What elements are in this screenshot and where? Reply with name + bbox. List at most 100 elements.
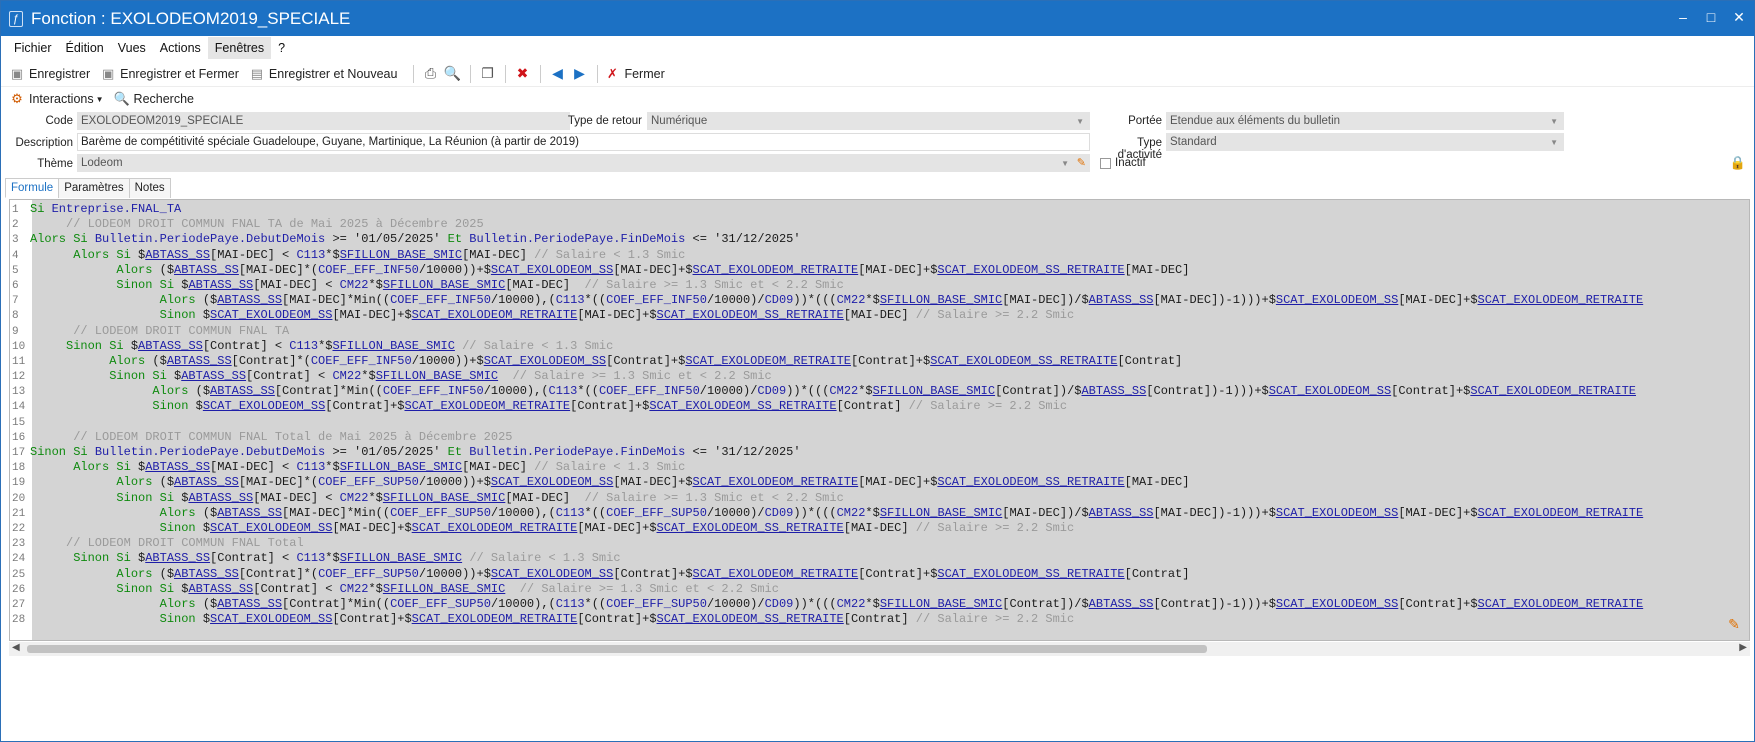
code-token[interactable]: SCAT_EXOLODEOM_RETRAITE bbox=[1470, 384, 1636, 398]
code-token[interactable]: SCAT_EXOLODEOM_RETRAITE bbox=[1478, 293, 1644, 307]
code-line[interactable]: 11 Alors ($ABTASS_SS[Contrat]*(COEF_EFF_… bbox=[12, 354, 1643, 369]
code-token[interactable]: SCAT_EXOLODEOM_SS bbox=[484, 354, 606, 368]
code-line[interactable]: 4 Alors Si $ABTASS_SS[MAI-DEC] < C113*$S… bbox=[12, 248, 1643, 263]
code-line[interactable]: 13 Alors ($ABTASS_SS[Contrat]*Min((COEF_… bbox=[12, 384, 1643, 399]
scroll-left-icon[interactable]: ◀ bbox=[12, 642, 20, 653]
code-line[interactable]: 3 Alors Si Bulletin.PeriodePaye.DebutDeMo… bbox=[12, 232, 1643, 247]
code-line[interactable]: 18 Alors Si $ABTASS_SS[MAI-DEC] < C113*$… bbox=[12, 460, 1643, 475]
menu-edition[interactable]: Édition bbox=[59, 37, 111, 59]
code-line[interactable]: 5 Alors ($ABTASS_SS[MAI-DEC]*(COEF_EFF_I… bbox=[12, 263, 1643, 278]
code-line[interactable]: 8 Sinon $SCAT_EXOLODEOM_SS[MAI-DEC]+$SCA… bbox=[12, 308, 1643, 323]
print-preview-icon[interactable]: 🔍 bbox=[442, 64, 462, 84]
edit-pencil-icon[interactable]: ✎ bbox=[1725, 616, 1743, 634]
code-token[interactable]: ABTASS_SS bbox=[138, 339, 203, 353]
code-line[interactable]: 7 Alors ($ABTASS_SS[MAI-DEC]*Min((COEF_E… bbox=[12, 293, 1643, 308]
code-line[interactable]: 15 bbox=[12, 415, 1643, 430]
code-line[interactable]: 21 Alors ($ABTASS_SS[MAI-DEC]*Min((COEF_… bbox=[12, 506, 1643, 521]
code-token[interactable]: ABTASS_SS bbox=[1089, 506, 1154, 520]
menu-help[interactable]: ? bbox=[271, 37, 292, 59]
code-line[interactable]: 28 Sinon $SCAT_EXOLODEOM_SS[Contrat]+$SC… bbox=[12, 612, 1643, 627]
code-token[interactable]: SFILLON_BASE_SMIC bbox=[383, 278, 505, 292]
code-line[interactable]: 12 Sinon Si $ABTASS_SS[Contrat] < CM22*$… bbox=[12, 369, 1643, 384]
code-token[interactable]: SFILLON_BASE_SMIC bbox=[880, 293, 1002, 307]
code-token[interactable]: ABTASS_SS bbox=[217, 293, 282, 307]
code-token[interactable]: SCAT_EXOLODEOM_SS bbox=[1276, 293, 1398, 307]
code-token[interactable]: SCAT_EXOLODEOM_RETRAITE bbox=[693, 475, 859, 489]
code-token[interactable]: SFILLON_BASE_SMIC bbox=[376, 369, 498, 383]
code-token[interactable]: SCAT_EXOLODEOM_SS bbox=[491, 475, 613, 489]
code-token[interactable]: ABTASS_SS bbox=[217, 506, 282, 520]
save-new-button[interactable]: ▤ Enregistrer et Nouveau bbox=[249, 66, 398, 82]
code-token[interactable]: SCAT_EXOLODEOM_RETRAITE bbox=[412, 612, 578, 626]
code-line[interactable]: 23 // LODEOM DROIT COMMUN FNAL Total bbox=[12, 536, 1643, 551]
close-button[interactable]: ✗ Fermer bbox=[604, 66, 665, 82]
tab-formule[interactable]: Formule bbox=[5, 178, 60, 198]
menu-vues[interactable]: Vues bbox=[111, 37, 153, 59]
inactive-checkbox[interactable] bbox=[1100, 157, 1111, 169]
code-line[interactable]: 17 Sinon Si Bulletin.PeriodePaye.DebutDeM… bbox=[12, 445, 1643, 460]
code-token[interactable]: SCAT_EXOLODEOM_RETRAITE bbox=[1478, 597, 1644, 611]
code-token[interactable]: ABTASS_SS bbox=[217, 597, 282, 611]
code-token[interactable]: SCAT_EXOLODEOM_SS bbox=[491, 263, 613, 277]
code-token[interactable]: ABTASS_SS bbox=[145, 248, 210, 262]
description-field[interactable]: Barème de compétitivité spéciale Guadelo… bbox=[77, 133, 1090, 151]
previous-icon[interactable]: ◀ bbox=[547, 64, 567, 84]
code-token[interactable]: SCAT_EXOLODEOM_SS_RETRAITE bbox=[657, 612, 844, 626]
menu-fichier[interactable]: Fichier bbox=[7, 37, 59, 59]
code-token[interactable]: ABTASS_SS bbox=[145, 460, 210, 474]
code-line[interactable]: 2 // LODEOM DROIT COMMUN FNAL TA de Mai … bbox=[12, 217, 1643, 232]
code-line[interactable]: 10 Sinon Si $ABTASS_SS[Contrat] < C113*$… bbox=[12, 339, 1643, 354]
code-token[interactable]: SFILLON_BASE_SMIC bbox=[873, 384, 995, 398]
code-token[interactable]: SCAT_EXOLODEOM_SS bbox=[1276, 597, 1398, 611]
code-token[interactable]: SCAT_EXOLODEOM_RETRAITE bbox=[404, 399, 570, 413]
scope-select[interactable]: Etendue aux éléments du bulletin ▼ bbox=[1166, 112, 1564, 130]
code-token[interactable]: ABTASS_SS bbox=[181, 369, 246, 383]
code-token[interactable]: SCAT_EXOLODEOM_RETRAITE bbox=[693, 567, 859, 581]
code-token[interactable]: SCAT_EXOLODEOM_RETRAITE bbox=[412, 521, 578, 535]
save-close-button[interactable]: ▣ Enregistrer et Fermer bbox=[100, 66, 239, 82]
code-token[interactable]: SCAT_EXOLODEOM_SS_RETRAITE bbox=[649, 399, 836, 413]
code-token[interactable]: ABTASS_SS bbox=[188, 278, 253, 292]
code-token[interactable]: SCAT_EXOLODEOM_SS_RETRAITE bbox=[657, 521, 844, 535]
inactive-toggle[interactable]: Inactif bbox=[1100, 157, 1146, 169]
code-token[interactable]: SFILLON_BASE_SMIC bbox=[332, 339, 454, 353]
code-token[interactable]: SFILLON_BASE_SMIC bbox=[340, 248, 462, 262]
code-token[interactable]: SCAT_EXOLODEOM_SS_RETRAITE bbox=[937, 263, 1124, 277]
code-token[interactable]: SCAT_EXOLODEOM_RETRAITE bbox=[412, 308, 578, 322]
code-token[interactable]: SCAT_EXOLODEOM_SS bbox=[1269, 384, 1391, 398]
code-token[interactable]: SCAT_EXOLODEOM_SS bbox=[203, 399, 325, 413]
return-type-select[interactable]: Numérique ▼ bbox=[647, 112, 1090, 130]
code-token[interactable]: SCAT_EXOLODEOM_SS bbox=[1276, 506, 1398, 520]
code-token[interactable]: SCAT_EXOLODEOM_SS bbox=[210, 612, 332, 626]
code-line[interactable]: 14 Sinon $SCAT_EXOLODEOM_SS[Contrat]+$SC… bbox=[12, 399, 1643, 414]
code-line[interactable]: 24 Sinon Si $ABTASS_SS[Contrat] < C113*$… bbox=[12, 551, 1643, 566]
scrollbar-thumb[interactable] bbox=[27, 645, 1207, 653]
code-token[interactable]: SCAT_EXOLODEOM_SS_RETRAITE bbox=[657, 308, 844, 322]
minimize-button[interactable]: – bbox=[1676, 9, 1690, 26]
code-line[interactable]: 6 Sinon Si $ABTASS_SS[MAI-DEC] < CM22*$S… bbox=[12, 278, 1643, 293]
menu-fenetres[interactable]: Fenêtres bbox=[207, 37, 272, 59]
code-token[interactable]: ABTASS_SS bbox=[1089, 597, 1154, 611]
code-token[interactable]: SCAT_EXOLODEOM_SS_RETRAITE bbox=[930, 354, 1117, 368]
scroll-right-icon[interactable]: ▶ bbox=[1739, 642, 1747, 653]
tab-parametres[interactable]: Paramètres bbox=[58, 178, 130, 198]
tab-notes[interactable]: Notes bbox=[128, 178, 171, 198]
code-token[interactable]: ABTASS_SS bbox=[174, 263, 239, 277]
code-token[interactable]: SCAT_EXOLODEOM_SS bbox=[210, 521, 332, 535]
code-token[interactable]: SFILLON_BASE_SMIC bbox=[880, 597, 1002, 611]
code-token[interactable]: ABTASS_SS bbox=[167, 354, 232, 368]
code-token[interactable]: ABTASS_SS bbox=[174, 475, 239, 489]
code-field[interactable]: EXOLODEOM2019_SPECIALE bbox=[77, 112, 570, 130]
formula-code-editor[interactable]: 1 Si Entreprise.FNAL_TA 2 // LODEOM DROIT … bbox=[9, 199, 1750, 641]
code-token[interactable]: SCAT_EXOLODEOM_RETRAITE bbox=[693, 263, 859, 277]
maximize-button[interactable]: □ bbox=[1704, 9, 1718, 26]
edit-pencil-icon[interactable]: ✎ bbox=[1077, 156, 1086, 169]
search-button[interactable]: 🔍 Recherche bbox=[113, 91, 194, 107]
code-token[interactable]: ABTASS_SS bbox=[188, 491, 253, 505]
code-token[interactable]: SCAT_EXOLODEOM_RETRAITE bbox=[1478, 506, 1644, 520]
theme-select[interactable]: Lodeom ▼ ✎ bbox=[77, 154, 1090, 172]
activity-type-select[interactable]: Standard ▼ bbox=[1166, 133, 1564, 151]
code-line[interactable]: 25 Alors ($ABTASS_SS[Contrat]*(COEF_EFF_… bbox=[12, 567, 1643, 582]
code-line[interactable]: 20 Sinon Si $ABTASS_SS[MAI-DEC] < CM22*$… bbox=[12, 491, 1643, 506]
code-token[interactable]: SFILLON_BASE_SMIC bbox=[383, 582, 505, 596]
